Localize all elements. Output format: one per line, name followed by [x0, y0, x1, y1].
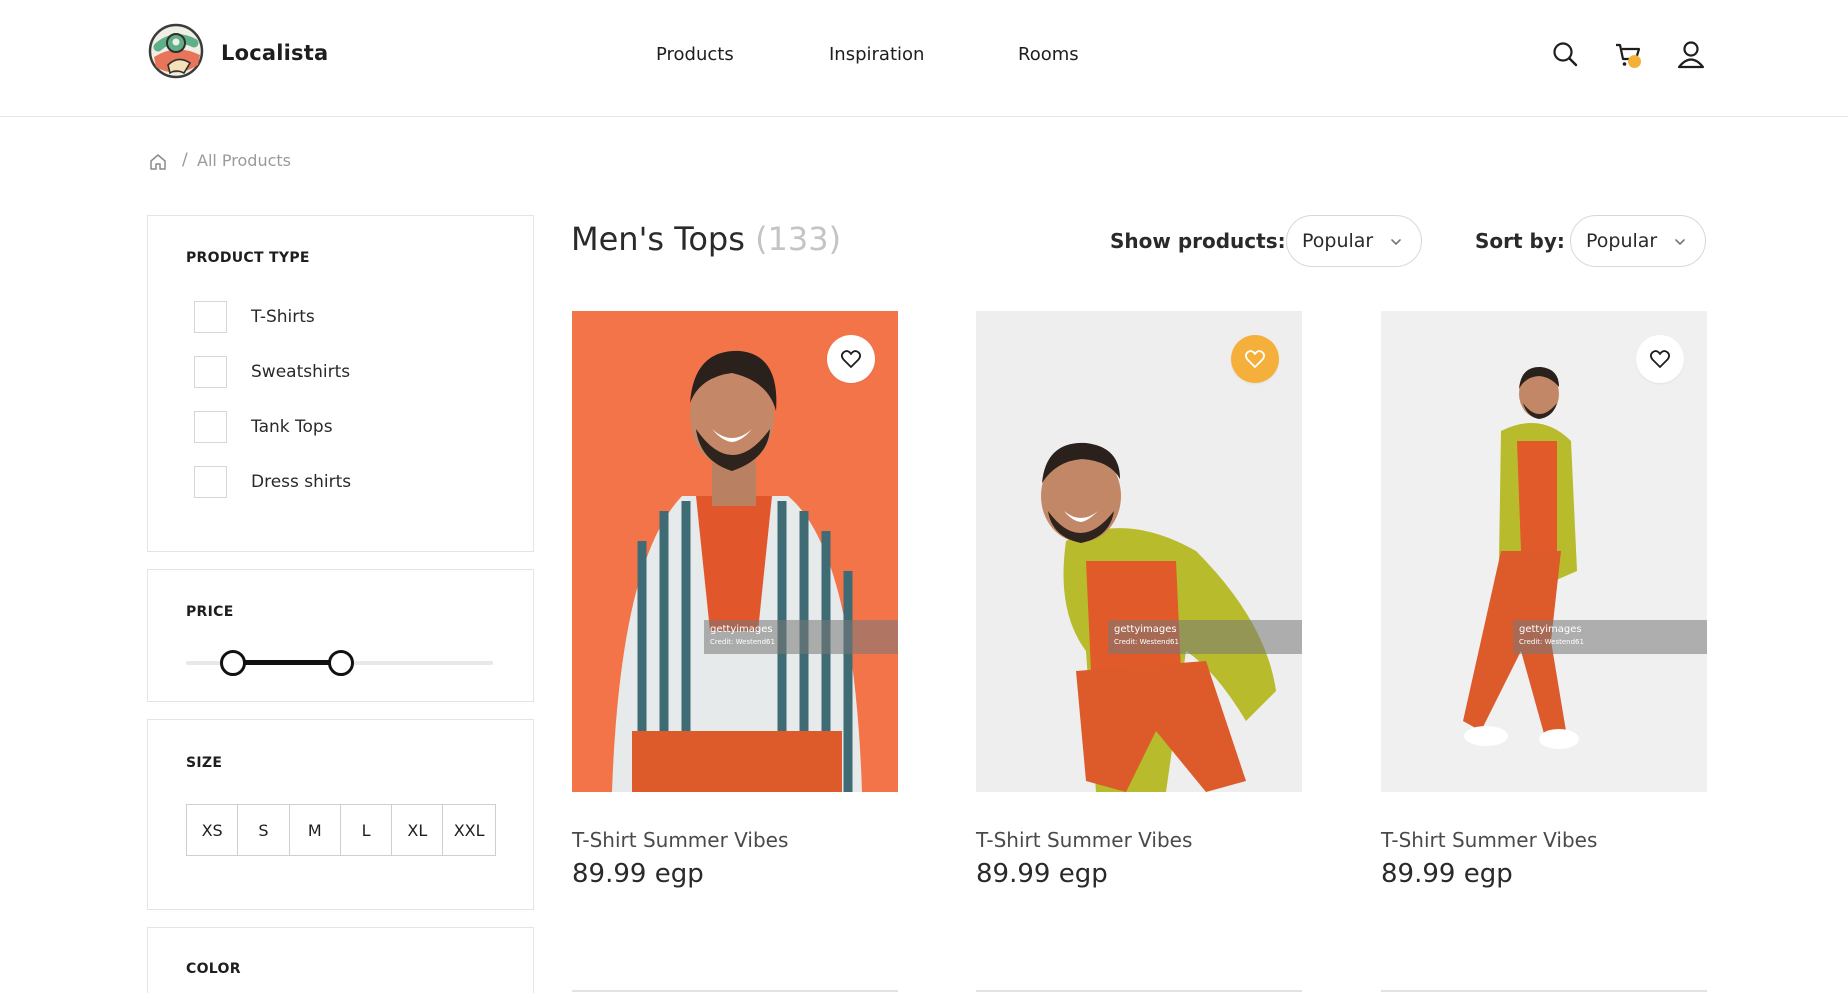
sort-by-label: Sort by: — [1475, 229, 1565, 253]
product-card[interactable]: gettyimages Credit: Westend61 T-Shirt Su… — [976, 311, 1302, 889]
product-image[interactable]: gettyimages Credit: Westend61 — [976, 311, 1302, 792]
price-title: PRICE — [186, 604, 234, 620]
heart-icon — [1244, 350, 1266, 368]
color-filter: COLOR — [147, 927, 534, 993]
watermark-brand: gettyimages — [710, 624, 773, 635]
size-options: XS S M L XL XXL — [186, 804, 496, 856]
next-row-card-edge — [572, 990, 898, 992]
search-icon[interactable] — [1549, 38, 1583, 72]
next-row-card-edge — [1381, 990, 1707, 992]
page-title: Men's Tops (133) — [571, 220, 841, 258]
filter-option-label: Sweatshirts — [251, 362, 351, 382]
sort-by-dropdown[interactable]: Popular — [1570, 215, 1706, 267]
chevron-down-icon — [1391, 239, 1401, 246]
product-name[interactable]: T-Shirt Summer Vibes — [1381, 828, 1597, 852]
size-option-s[interactable]: S — [238, 805, 290, 855]
filter-option-dress-shirts[interactable]: Dress shirts — [194, 466, 494, 498]
localista-logo[interactable] — [148, 21, 208, 85]
product-image[interactable]: gettyimages Credit: Westend61 — [1381, 311, 1707, 792]
watermark-brand: gettyimages — [1519, 624, 1582, 635]
cart-icon[interactable] — [1612, 38, 1646, 72]
favorite-button[interactable] — [827, 335, 875, 383]
sort-by-value: Popular — [1586, 230, 1658, 252]
nav-rooms[interactable]: Rooms — [1018, 44, 1079, 65]
size-option-m[interactable]: M — [290, 805, 341, 855]
size-option-xl[interactable]: XL — [392, 805, 444, 855]
checkbox[interactable] — [194, 356, 227, 388]
checkbox[interactable] — [194, 466, 227, 498]
checkbox[interactable] — [194, 411, 227, 443]
chevron-down-icon — [1675, 239, 1685, 246]
favorite-button[interactable] — [1231, 335, 1279, 383]
color-title: COLOR — [186, 961, 241, 977]
home-icon[interactable] — [148, 152, 168, 172]
nav-inspiration[interactable]: Inspiration — [829, 44, 924, 65]
product-card[interactable]: gettyimages Credit: Westend61 T-Shirt Su… — [1381, 311, 1707, 889]
size-option-xs[interactable]: XS — [187, 805, 239, 855]
size-title: SIZE — [186, 755, 223, 771]
favorite-button[interactable] — [1636, 335, 1684, 383]
product-price: 89.99 egp — [1381, 859, 1513, 889]
product-card[interactable]: gettyimages Credit: Westend61 T-Shirt Su… — [572, 311, 898, 889]
product-type-title: PRODUCT TYPE — [186, 250, 310, 266]
nav-products[interactable]: Products — [656, 44, 734, 65]
next-row-card-edge — [976, 990, 1302, 992]
filter-option-label: Tank Tops — [251, 417, 333, 437]
watermark-brand: gettyimages — [1114, 624, 1177, 635]
watermark: gettyimages Credit: Westend61 — [1513, 620, 1707, 654]
watermark-credit: Credit: Westend61 — [1114, 638, 1179, 646]
price-slider-range — [234, 660, 342, 665]
watermark: gettyimages Credit: Westend61 — [1108, 620, 1302, 654]
filter-option-sweatshirts[interactable]: Sweatshirts — [194, 356, 494, 388]
price-min-handle[interactable] — [220, 650, 246, 676]
price-max-handle[interactable] — [328, 650, 354, 676]
show-products-dropdown[interactable]: Popular — [1286, 215, 1422, 267]
filter-option-tank-tops[interactable]: Tank Tops — [194, 411, 494, 443]
size-option-l[interactable]: L — [341, 805, 393, 855]
product-image[interactable]: gettyimages Credit: Westend61 — [572, 311, 898, 792]
filter-option-label: T-Shirts — [251, 307, 315, 327]
product-name[interactable]: T-Shirt Summer Vibes — [572, 828, 788, 852]
product-type-filter: PRODUCT TYPE T-Shirts Sweatshirts Tank T… — [147, 215, 534, 552]
product-name[interactable]: T-Shirt Summer Vibes — [976, 828, 1192, 852]
size-filter: SIZE XS S M L XL XXL — [147, 719, 534, 910]
breadcrumb-separator: / — [182, 150, 188, 170]
checkbox[interactable] — [194, 301, 227, 333]
filter-option-label: Dress shirts — [251, 472, 352, 492]
watermark-credit: Credit: Westend61 — [1519, 638, 1584, 646]
product-photo-man-green-jacket — [976, 311, 1302, 792]
filter-option-tshirts[interactable]: T-Shirts — [194, 301, 494, 333]
page-title-text: Men's Tops — [571, 220, 745, 258]
product-price: 89.99 egp — [976, 859, 1108, 889]
watermark-credit: Credit: Westend61 — [710, 638, 775, 646]
brand-name[interactable]: Localista — [221, 41, 328, 65]
show-products-label: Show products: — [1110, 229, 1286, 253]
product-count: (133) — [755, 220, 842, 258]
product-photo-man-dancing — [1381, 311, 1707, 792]
product-photo-man-striped-shirt — [572, 311, 898, 792]
product-price: 89.99 egp — [572, 859, 704, 889]
heart-icon — [840, 350, 862, 368]
heart-icon — [1649, 350, 1671, 368]
watermark: gettyimages Credit: Westend61 — [704, 620, 898, 654]
size-option-xxl[interactable]: XXL — [443, 805, 494, 855]
breadcrumb-current[interactable]: All Products — [197, 151, 291, 170]
price-filter: PRICE — [147, 569, 534, 702]
site-header: Localista Products Inspiration Rooms — [0, 0, 1848, 117]
cart-count-badge — [1628, 55, 1641, 68]
user-icon[interactable] — [1674, 38, 1708, 72]
show-products-value: Popular — [1302, 230, 1374, 252]
